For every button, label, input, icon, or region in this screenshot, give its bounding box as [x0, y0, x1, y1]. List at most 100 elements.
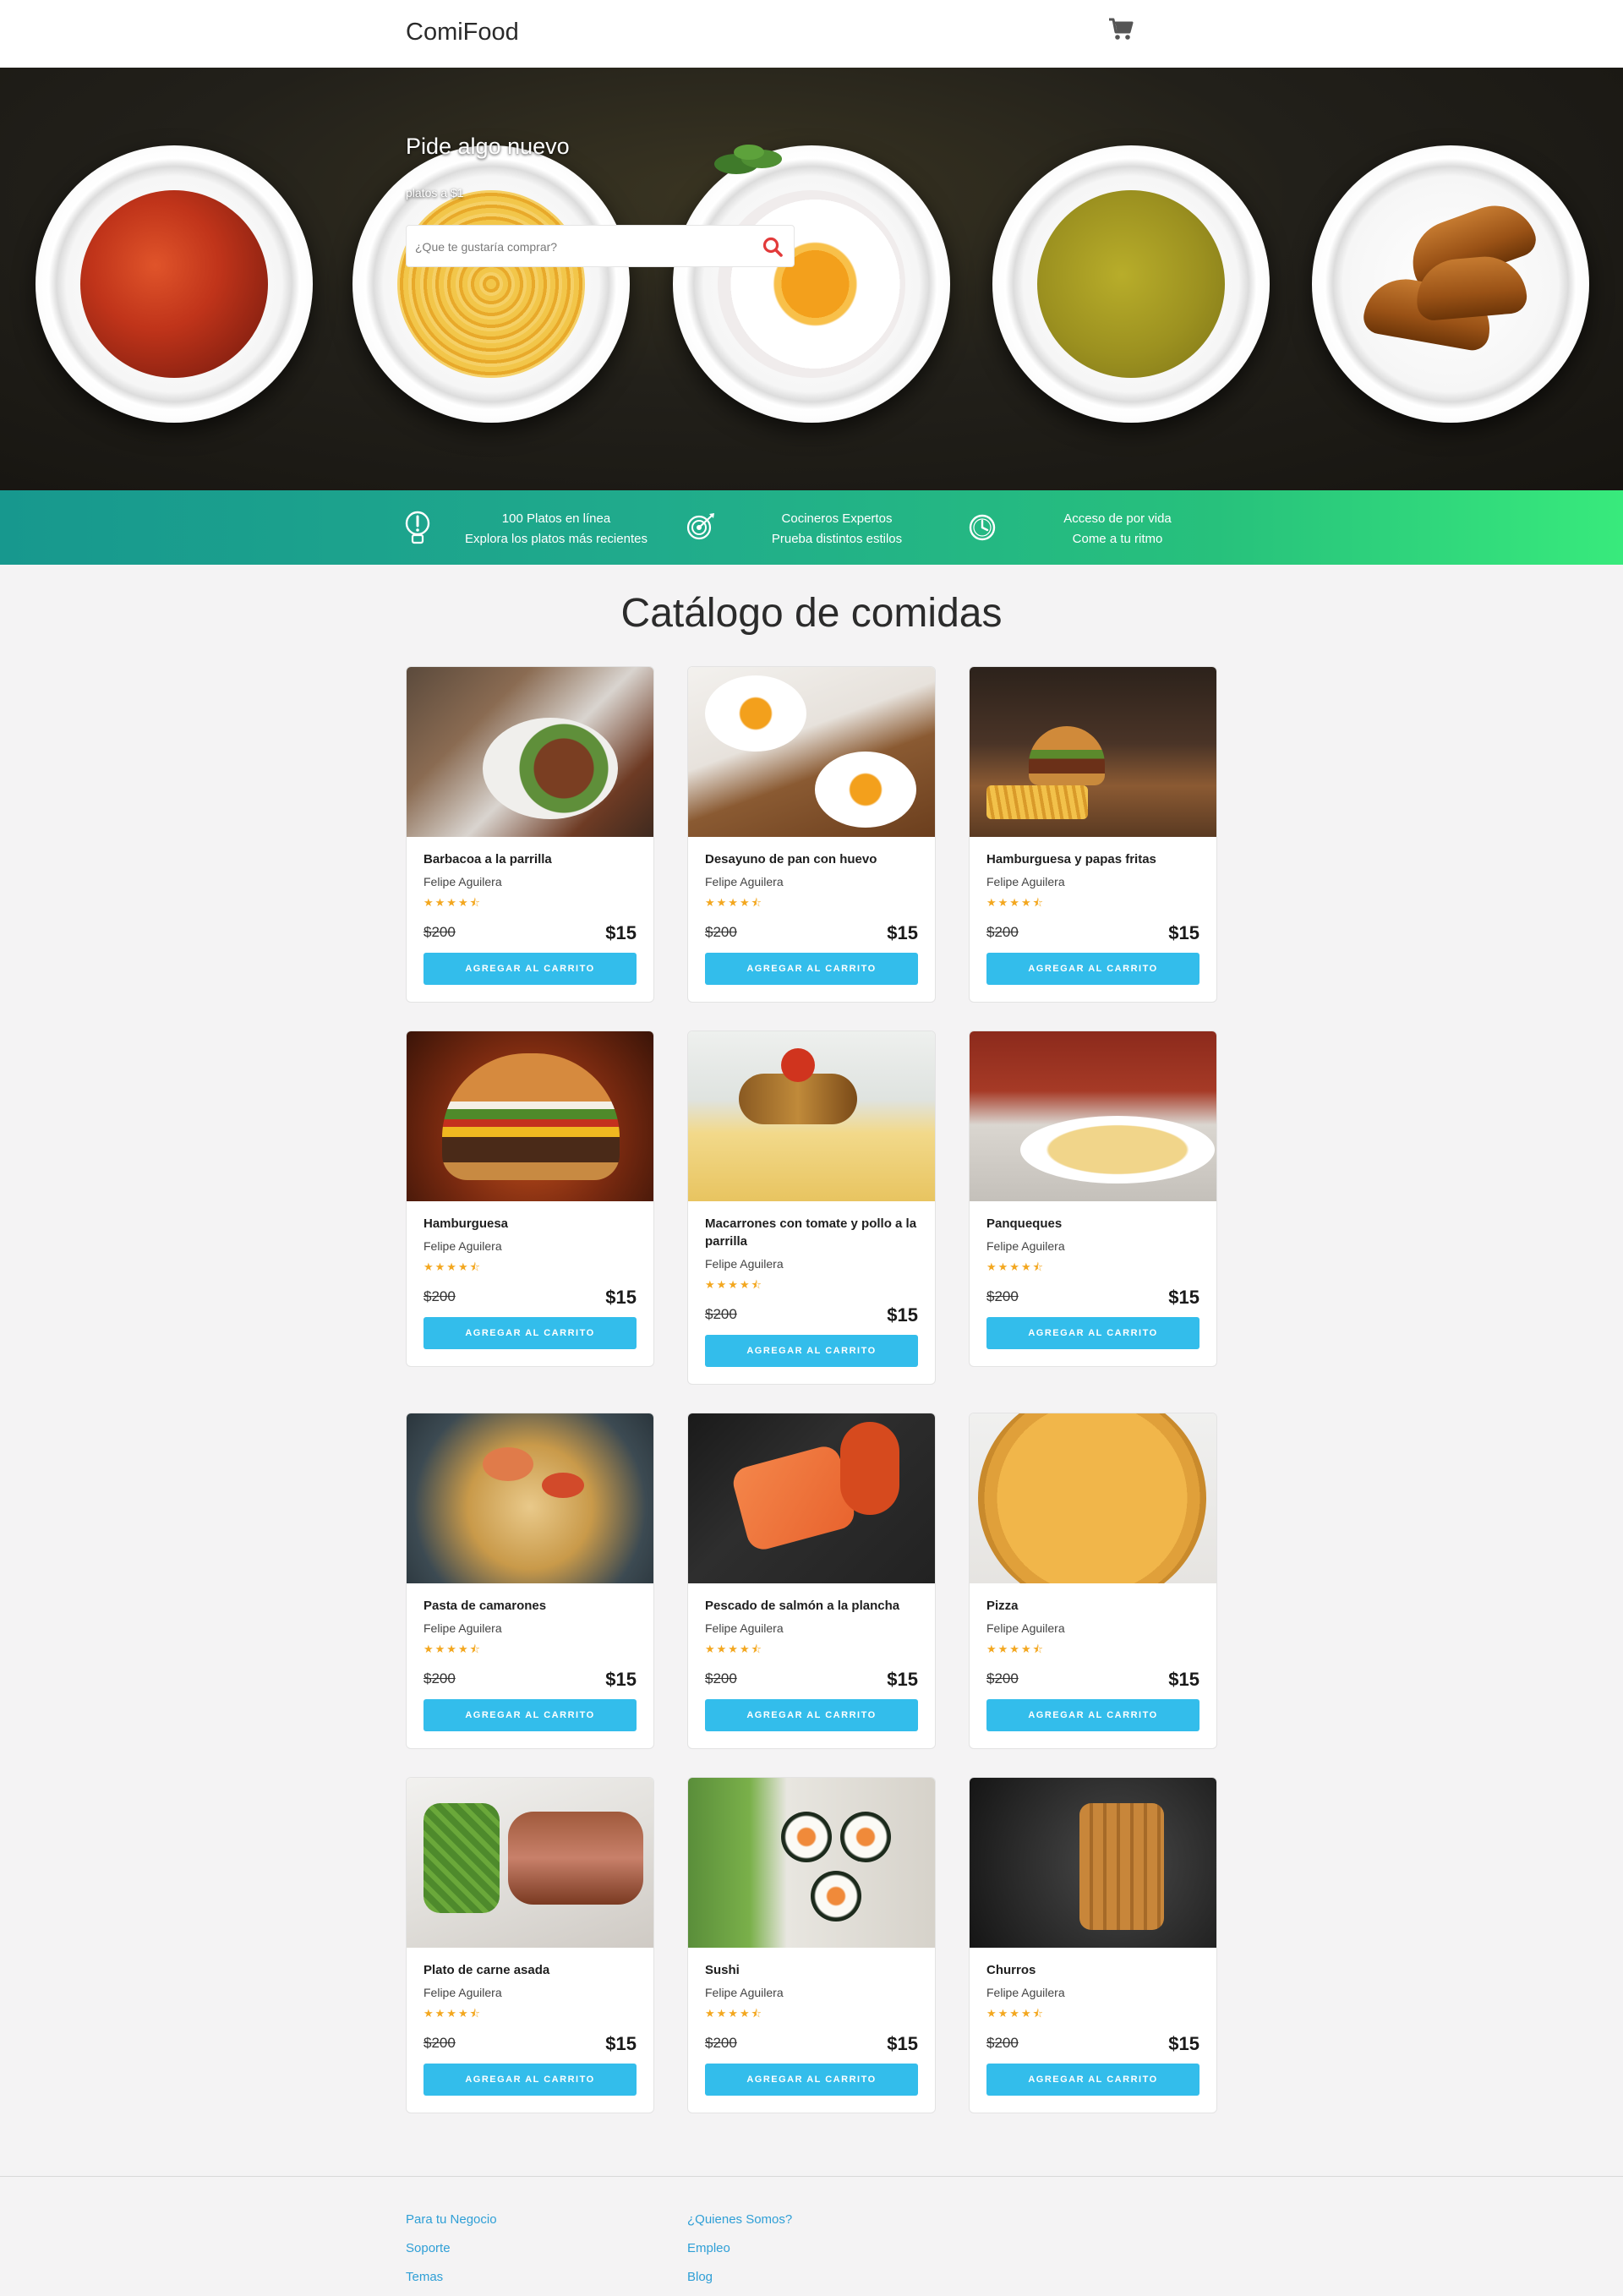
add-to-cart-button[interactable]: AGREGAR AL CARRITO: [986, 1317, 1199, 1349]
add-to-cart-button[interactable]: AGREGAR AL CARRITO: [986, 2064, 1199, 2096]
product-name[interactable]: Macarrones con tomate y pollo a la parri…: [705, 1215, 918, 1250]
feature-expert-cooks-title: Cocineros Expertos: [781, 511, 893, 526]
footer-link-blog[interactable]: Blog: [687, 2270, 713, 2284]
product-image-sushi[interactable]: [688, 1778, 935, 1948]
product-card: Churros Felipe Aguilera ★★★★⯪ $200 $15 A…: [969, 1777, 1217, 2113]
footer-link-business[interactable]: Para tu Negocio: [406, 2212, 497, 2227]
product-name[interactable]: Sushi: [705, 1961, 918, 1979]
add-to-cart-button[interactable]: AGREGAR AL CARRITO: [424, 1317, 637, 1349]
product-author: Felipe Aguilera: [424, 1239, 502, 1253]
target-icon: [683, 509, 717, 548]
product-image-shrimp-pasta[interactable]: [407, 1413, 653, 1583]
add-to-cart-button[interactable]: AGREGAR AL CARRITO: [705, 2064, 918, 2096]
feature-lifetime-access-desc: Come a tu ritmo: [1072, 532, 1163, 546]
add-to-cart-button[interactable]: AGREGAR AL CARRITO: [705, 953, 918, 985]
product-name[interactable]: Plato de carne asada: [424, 1961, 637, 1979]
footer-link-jobs[interactable]: Empleo: [687, 2241, 730, 2255]
rating-stars-icon: ★★★★⯪: [424, 1643, 482, 1655]
product-author: Felipe Aguilera: [986, 1621, 1065, 1635]
product-image-burger-fries[interactable]: [970, 667, 1216, 837]
footer: Para tu Negocio Soporte Temas ¿Quienes S…: [0, 2176, 1623, 2296]
search-icon[interactable]: [762, 236, 784, 258]
current-price: $15: [1168, 1669, 1199, 1690]
rating-stars-icon: ★★★★⯪: [986, 1260, 1045, 1273]
product-name[interactable]: Pizza: [986, 1597, 1199, 1615]
product-image-hamburger[interactable]: [407, 1031, 653, 1201]
current-price: $15: [1168, 1287, 1199, 1308]
hero-plate-pasta: [352, 145, 630, 423]
product-card: Desayuno de pan con huevo Felipe Aguiler…: [687, 666, 936, 1003]
product-author: Felipe Aguilera: [986, 1986, 1065, 1999]
product-image-pizza[interactable]: [970, 1413, 1216, 1583]
product-image-grilled-meat[interactable]: [407, 1778, 653, 1948]
old-price: $200: [986, 1670, 1019, 1686]
footer-link-themes[interactable]: Temas: [406, 2270, 443, 2284]
top-navbar: ComiFood: [0, 0, 1623, 68]
product-image-salmon[interactable]: [688, 1413, 935, 1583]
product-card: Sushi Felipe Aguilera ★★★★⯪ $200 $15 AGR…: [687, 1777, 936, 2113]
product-author: Felipe Aguilera: [705, 1257, 784, 1271]
old-price: $200: [705, 924, 737, 940]
footer-link-support[interactable]: Soporte: [406, 2241, 451, 2255]
product-name[interactable]: Hamburguesa: [424, 1215, 637, 1233]
rating-stars-icon: ★★★★⯪: [705, 1278, 763, 1291]
product-name[interactable]: Churros: [986, 1961, 1199, 1979]
rating-stars-icon: ★★★★⯪: [424, 1260, 482, 1273]
rating-stars-icon: ★★★★⯪: [705, 1643, 763, 1655]
feature-online-dishes-title: 100 Platos en línea: [501, 511, 611, 526]
product-name[interactable]: Desayuno de pan con huevo: [705, 850, 918, 868]
product-card: Hamburguesa y papas fritas Felipe Aguile…: [969, 666, 1217, 1003]
rating-stars-icon: ★★★★⯪: [424, 2007, 482, 2020]
product-name[interactable]: Barbacoa a la parrilla: [424, 850, 637, 868]
old-price: $200: [705, 1670, 737, 1686]
hero-plate-croissants: [1312, 145, 1589, 423]
add-to-cart-button[interactable]: AGREGAR AL CARRITO: [986, 953, 1199, 985]
product-name[interactable]: Panqueques: [986, 1215, 1199, 1233]
current-price: $15: [605, 2033, 637, 2054]
product-image-egg-toast[interactable]: [688, 667, 935, 837]
product-card: Macarrones con tomate y pollo a la parri…: [687, 1030, 936, 1385]
old-price: $200: [986, 1288, 1019, 1304]
brand-logo[interactable]: ComiFood: [406, 19, 519, 46]
hero-title: Pide algo nuevo: [406, 134, 570, 159]
rating-stars-icon: ★★★★⯪: [986, 896, 1045, 909]
add-to-cart-button[interactable]: AGREGAR AL CARRITO: [705, 1335, 918, 1367]
product-image-churros[interactable]: [970, 1778, 1216, 1948]
product-author: Felipe Aguilera: [424, 1986, 502, 1999]
search-bar: [406, 225, 795, 267]
old-price: $200: [424, 2035, 456, 2051]
current-price: $15: [605, 1287, 637, 1308]
product-name[interactable]: Hamburguesa y papas fritas: [986, 850, 1199, 868]
product-image-pancakes[interactable]: [970, 1031, 1216, 1201]
add-to-cart-button[interactable]: AGREGAR AL CARRITO: [705, 1699, 918, 1731]
hero-subtitle: platos a $1: [406, 186, 464, 200]
old-price: $200: [424, 1288, 456, 1304]
footer-link-about[interactable]: ¿Quienes Somos?: [687, 2212, 792, 2227]
product-author: Felipe Aguilera: [424, 1621, 502, 1635]
add-to-cart-button[interactable]: AGREGAR AL CARRITO: [424, 953, 637, 985]
search-input[interactable]: [415, 234, 736, 260]
add-to-cart-button[interactable]: AGREGAR AL CARRITO: [424, 2064, 637, 2096]
hero-plate-egg: [673, 145, 950, 423]
current-price: $15: [887, 1304, 918, 1326]
product-author: Felipe Aguilera: [705, 1986, 784, 1999]
product-image-bbq[interactable]: [407, 667, 653, 837]
add-to-cart-button[interactable]: AGREGAR AL CARRITO: [986, 1699, 1199, 1731]
old-price: $200: [705, 1306, 737, 1322]
feature-expert-cooks: Cocineros Expertos Prueba distintos esti…: [735, 509, 938, 549]
product-name[interactable]: Pescado de salmón a la plancha: [705, 1597, 918, 1615]
current-price: $15: [605, 1669, 637, 1690]
feature-lifetime-access: Acceso de por vida Come a tu ritmo: [1016, 509, 1219, 549]
add-to-cart-button[interactable]: AGREGAR AL CARRITO: [424, 1699, 637, 1731]
shopping-cart-icon[interactable]: [1107, 15, 1136, 44]
catalog-title: Catálogo de comidas: [620, 591, 1003, 636]
feature-lifetime-access-title: Acceso de por vida: [1063, 511, 1172, 526]
product-card: Pasta de camarones Felipe Aguilera ★★★★⯪…: [406, 1413, 654, 1749]
product-card: Hamburguesa Felipe Aguilera ★★★★⯪ $200 $…: [406, 1030, 654, 1367]
rating-stars-icon: ★★★★⯪: [424, 896, 482, 909]
feature-expert-cooks-desc: Prueba distintos estilos: [771, 532, 903, 546]
product-name[interactable]: Pasta de camarones: [424, 1597, 637, 1615]
old-price: $200: [705, 2035, 737, 2051]
product-image-macaroni-chicken[interactable]: [688, 1031, 935, 1201]
old-price: $200: [986, 2035, 1019, 2051]
